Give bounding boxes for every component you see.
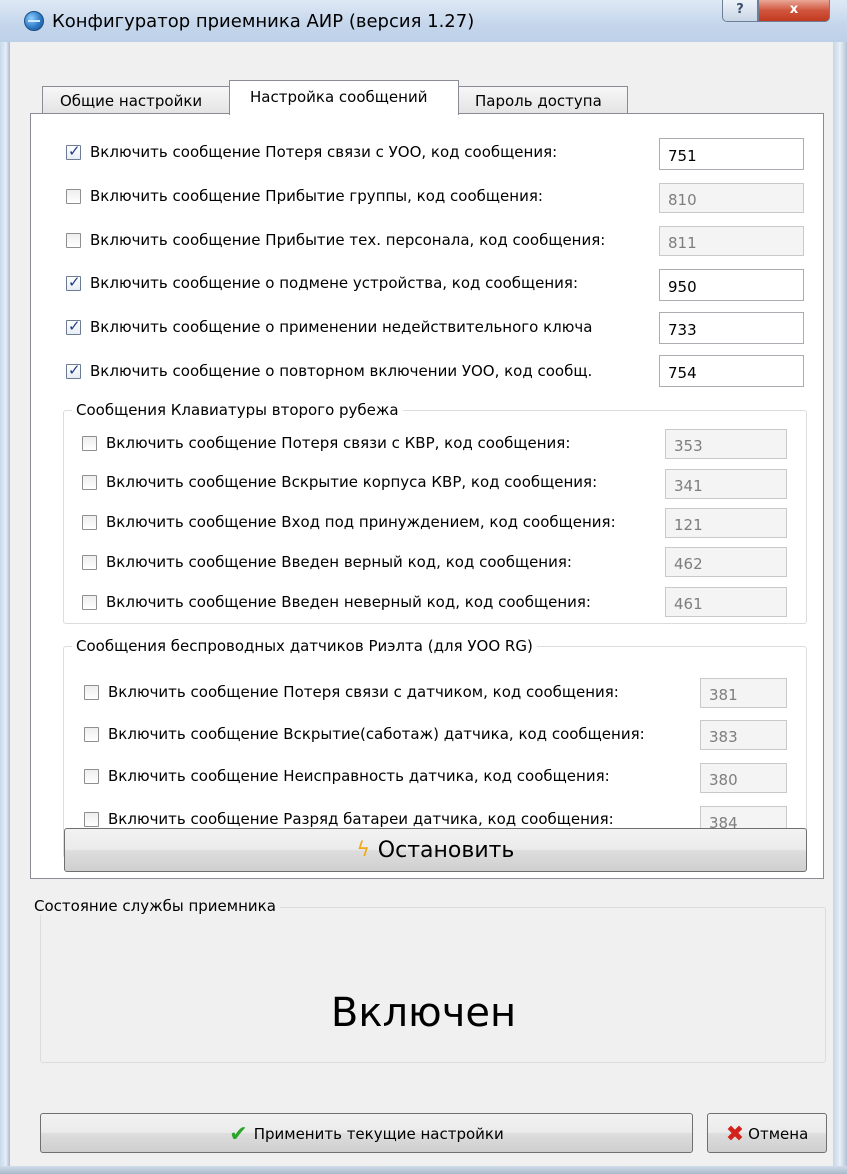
kvr-checkbox[interactable]: ✓ (82, 595, 97, 610)
sensor-checkbox[interactable]: ✓ (84, 727, 99, 742)
apply-settings-button[interactable]: ✔ Применить текущие настройки (40, 1113, 693, 1153)
check-mark-icon: ✓ (68, 273, 81, 291)
kvr-code-input[interactable]: 462 (665, 547, 787, 577)
message-label: Включить сообщение о подмене устройства,… (90, 274, 579, 292)
sensor-code-input[interactable]: 381 (700, 678, 787, 708)
kvr-checkbox[interactable]: ✓ (82, 515, 97, 530)
sensor-group-title: Сообщения беспроводных датчиков Риэлта (… (72, 637, 537, 655)
tab-general[interactable]: Общие настройки (42, 86, 230, 114)
kvr-code-input[interactable]: 461 (665, 587, 787, 617)
kvr-code-input[interactable]: 121 (665, 508, 787, 538)
window-bottom-border (0, 1166, 847, 1174)
code-input[interactable]: 810 (659, 183, 804, 213)
kvr-message-label: Включить сообщение Введен верный код, ко… (106, 553, 572, 571)
kvr-message-label: Включить сообщение Потеря связи с КВР, к… (106, 434, 571, 452)
sensor-message-label: Включить сообщение Потеря связи с датчик… (108, 683, 619, 701)
window-title: Конфигуратор приемника АИР (версия 1.27) (52, 11, 475, 32)
message-label: Включить сообщение Потеря связи с УОО, к… (90, 143, 558, 161)
tab-password[interactable]: Пароль доступа (458, 86, 628, 114)
config-window: Конфигуратор приемника АИР (версия 1.27)… (0, 0, 847, 1174)
sensor-checkbox[interactable]: ✓ (84, 685, 99, 700)
message-checkbox[interactable]: ✓ (66, 317, 81, 335)
code-input[interactable]: 754 (659, 355, 804, 387)
sensor-message-label: Включить сообщение Вскрытие(саботаж) дат… (108, 725, 645, 743)
tab-messages-label: Настройка сообщений (250, 88, 428, 106)
sensor-code-input[interactable]: 383 (700, 720, 787, 750)
message-checkbox[interactable]: ✓ (66, 273, 81, 291)
kvr-message-label: Включить сообщение Вскрытие корпуса КВР,… (106, 473, 598, 491)
kvr-checkbox[interactable]: ✓ (82, 475, 97, 490)
message-checkbox[interactable]: ✓ (66, 189, 81, 204)
message-label: Включить сообщение Прибытие группы, код … (90, 187, 543, 205)
message-checkbox[interactable]: ✓ (66, 233, 81, 248)
service-status-group (40, 907, 826, 1063)
message-label: Включить сообщение о применении недейств… (90, 318, 593, 336)
kvr-code-input[interactable]: 341 (665, 469, 787, 499)
tab-messages[interactable]: Настройка сообщений (229, 80, 459, 115)
tab-password-label: Пароль доступа (475, 92, 602, 110)
message-checkbox[interactable]: ✓ (66, 142, 81, 160)
check-mark-icon: ✓ (68, 361, 81, 379)
check-mark-icon: ✓ (68, 317, 81, 335)
kvr-checkbox[interactable]: ✓ (82, 555, 97, 570)
check-mark-icon: ✓ (68, 142, 81, 160)
help-button[interactable]: ? (722, 0, 758, 22)
cancel-button[interactable]: ✖ Отмена (707, 1113, 827, 1153)
cancel-button-label: Отмена (748, 1125, 809, 1143)
code-input[interactable]: 751 (659, 138, 804, 170)
message-checkbox[interactable]: ✓ (66, 361, 81, 379)
message-label: Включить сообщение Прибытие тех. персона… (90, 231, 606, 249)
sensor-checkbox[interactable]: ✓ (84, 769, 99, 784)
sensor-code-input[interactable]: 380 (700, 763, 787, 793)
sensor-message-label: Включить сообщение Разряд батареи датчик… (108, 810, 614, 828)
kvr-message-label: Включить сообщение Вход под принуждением… (106, 513, 616, 531)
globe-icon (24, 11, 44, 31)
code-input[interactable]: 733 (659, 312, 804, 344)
stop-button-label: Остановить (377, 838, 515, 863)
lightning-bolt-icon: ϟ (356, 837, 370, 861)
stop-service-button[interactable]: ϟ Остановить (64, 828, 807, 872)
message-label: Включить сообщение о повторном включении… (90, 362, 593, 380)
code-input[interactable]: 950 (659, 269, 804, 301)
apply-button-label: Применить текущие настройки (253, 1125, 504, 1143)
kvr-checkbox[interactable]: ✓ (82, 436, 97, 451)
service-status-title: Состояние службы приемника (30, 897, 280, 915)
sensor-checkbox[interactable]: ✓ (84, 812, 99, 827)
kvr-message-label: Включить сообщение Введен неверный код, … (106, 593, 591, 611)
title-bar[interactable]: Конфигуратор приемника АИР (версия 1.27)… (0, 0, 847, 42)
service-state: Включен (330, 990, 517, 1036)
close-button[interactable]: x (758, 0, 830, 22)
kvr-code-input[interactable]: 353 (665, 429, 787, 459)
red-x-icon: ✖ (725, 1122, 745, 1147)
tab-general-label: Общие настройки (60, 92, 203, 110)
kvr-group-title: Сообщения Клавиатуры второго рубежа (72, 401, 403, 419)
code-input[interactable]: 811 (659, 226, 804, 256)
sensor-message-label: Включить сообщение Неисправность датчика… (108, 767, 610, 785)
green-checkmark-icon: ✔ (229, 1122, 248, 1147)
